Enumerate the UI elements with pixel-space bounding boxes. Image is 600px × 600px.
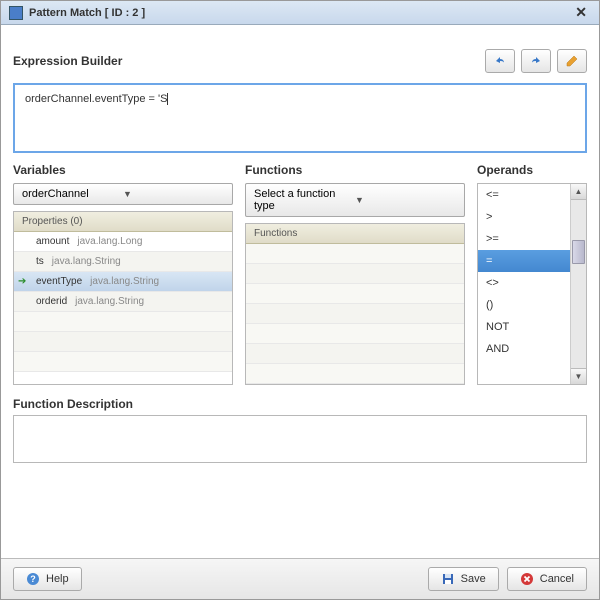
variables-panel-header: Properties (0) — [14, 212, 232, 232]
table-row — [246, 244, 464, 264]
function-description-box — [13, 415, 587, 463]
property-name: ts — [36, 256, 44, 267]
property-name: orderid — [36, 296, 67, 307]
expression-header: Expression Builder — [13, 49, 587, 73]
variables-label: Variables — [13, 163, 233, 177]
property-type: java.lang.Long — [77, 236, 142, 247]
text-cursor — [167, 93, 168, 105]
undo-icon — [492, 53, 508, 69]
chevron-down-icon: ▼ — [355, 195, 456, 205]
edit-button[interactable] — [557, 49, 587, 73]
table-row — [246, 264, 464, 284]
pencil-icon — [564, 53, 580, 69]
property-row[interactable]: amount java.lang.Long — [14, 232, 232, 252]
save-icon — [441, 572, 455, 586]
function-description-label: Function Description — [13, 397, 587, 411]
expression-text: orderChannel.eventType = 'S — [25, 93, 167, 105]
svg-text:?: ? — [30, 574, 36, 584]
property-name: amount — [36, 236, 69, 247]
variables-rows: amount java.lang.Long ts java.lang.String ➔ e… — [14, 232, 232, 372]
function-description-section: Function Description — [13, 397, 587, 463]
cancel-button[interactable]: Cancel — [507, 567, 587, 591]
dialog-content: Expression Builder orderChannel.eventTyp… — [1, 25, 599, 558]
property-type: java.lang.String — [75, 296, 144, 307]
functions-dropdown-value: Select a function type — [254, 188, 355, 212]
title-bar: Pattern Match [ ID : 2 ] ✕ — [1, 1, 599, 25]
table-row — [246, 284, 464, 304]
dialog-icon — [9, 6, 23, 20]
scroll-up-button[interactable]: ▲ — [571, 184, 586, 200]
property-row[interactable]: ts java.lang.String — [14, 252, 232, 272]
help-icon: ? — [26, 572, 40, 586]
table-row — [14, 312, 232, 332]
cancel-label: Cancel — [540, 573, 574, 585]
scrollbar[interactable]: ▲ ▼ — [570, 184, 586, 384]
dialog-footer: ? Help Save Cancel — [1, 558, 599, 599]
functions-label: Functions — [245, 163, 465, 177]
chevron-down-icon: ▼ — [123, 189, 224, 199]
save-label: Save — [461, 573, 486, 585]
columns: Variables orderChannel ▼ Properties (0) … — [13, 163, 587, 385]
redo-button[interactable] — [521, 49, 551, 73]
table-row — [246, 344, 464, 364]
table-row — [246, 304, 464, 324]
property-row[interactable]: ➔ eventType java.lang.String — [14, 272, 232, 292]
cancel-icon — [520, 572, 534, 586]
variables-panel: Properties (0) amountjava.lang.Longtsjav… — [13, 211, 233, 385]
scroll-thumb[interactable] — [572, 240, 585, 264]
property-name: eventType — [36, 276, 82, 287]
operands-label: Operands — [477, 163, 587, 177]
expression-label: Expression Builder — [13, 54, 479, 68]
redo-icon — [528, 53, 544, 69]
property-type: java.lang.String — [90, 276, 159, 287]
variables-dropdown[interactable]: orderChannel ▼ — [13, 183, 233, 205]
dialog-title: Pattern Match [ ID : 2 ] — [29, 7, 565, 19]
operands-column: Operands <=>>==<>()NOTAND ▲ ▼ — [477, 163, 587, 385]
operands-listbox[interactable]: <=>>==<>()NOTAND ▲ ▼ — [477, 183, 587, 385]
arrow-right-icon: ➔ — [18, 276, 26, 287]
table-row — [246, 324, 464, 344]
undo-button[interactable] — [485, 49, 515, 73]
close-button[interactable]: ✕ — [571, 4, 591, 21]
functions-column: Functions Select a function type ▼ Funct… — [245, 163, 465, 385]
save-button[interactable]: Save — [428, 567, 499, 591]
functions-dropdown[interactable]: Select a function type ▼ — [245, 183, 465, 217]
scroll-track[interactable] — [571, 200, 586, 368]
property-type: java.lang.String — [52, 256, 121, 267]
variables-column: Variables orderChannel ▼ Properties (0) … — [13, 163, 233, 385]
property-row[interactable]: orderid java.lang.String — [14, 292, 232, 312]
functions-panel-header: Functions — [246, 224, 464, 244]
functions-panel: Functions — [245, 223, 465, 385]
help-button[interactable]: ? Help — [13, 567, 82, 591]
help-label: Help — [46, 573, 69, 585]
expression-input[interactable]: orderChannel.eventType = 'S — [13, 83, 587, 153]
table-row — [14, 352, 232, 372]
table-row — [14, 332, 232, 352]
table-row — [246, 364, 464, 384]
scroll-down-button[interactable]: ▼ — [571, 368, 586, 384]
variables-dropdown-value: orderChannel — [22, 188, 123, 200]
